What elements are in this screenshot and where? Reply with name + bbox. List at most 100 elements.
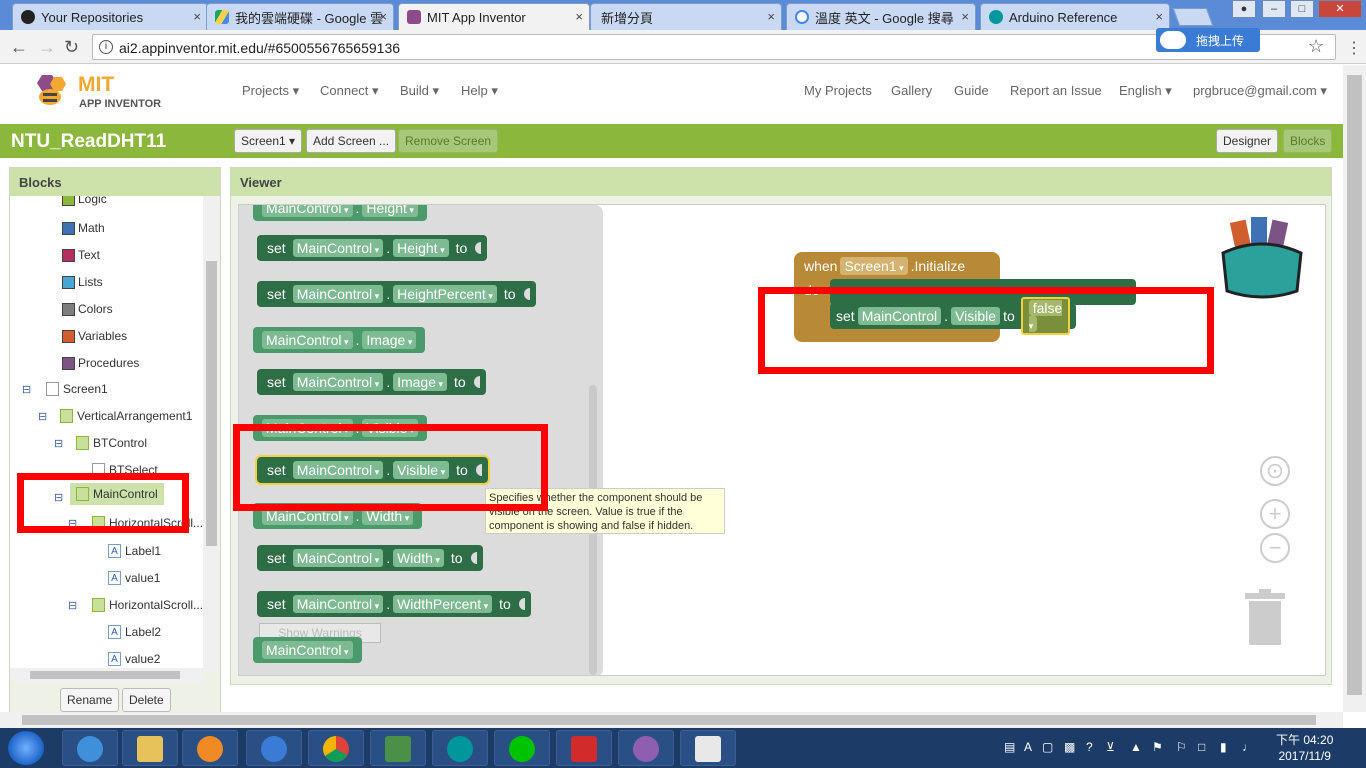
component-dropdown[interactable]: MainControl: [292, 285, 384, 303]
menu-help[interactable]: Help ▾: [461, 83, 498, 99]
block-component-maincontrol[interactable]: MainControl: [253, 637, 362, 663]
tab-close-icon[interactable]: ×: [1155, 9, 1163, 24]
app-inventor-logo[interactable]: MIT APP INVENTOR: [30, 71, 170, 115]
link-report-issue[interactable]: Report an Issue: [1010, 83, 1102, 98]
user-profile-icon[interactable]: ●: [1232, 0, 1256, 18]
tab-google-search[interactable]: 溫度 英文 - Google 搜尋 ×: [786, 3, 976, 30]
volume-icon[interactable]: ♩: [1242, 740, 1254, 754]
zoom-in-icon[interactable]: +: [1260, 499, 1290, 529]
tree-value2[interactable]: Avalue2: [108, 652, 160, 666]
tab-close-icon[interactable]: ×: [767, 9, 775, 24]
flag-icon[interactable]: ⚐: [1176, 740, 1187, 754]
property-dropdown[interactable]: Height: [362, 205, 418, 217]
collapse-icon[interactable]: ⊟: [22, 383, 31, 396]
property-dropdown[interactable]: Image: [362, 331, 417, 349]
keyboard-icon[interactable]: ▩: [1064, 740, 1075, 754]
taskbar-ie[interactable]: [62, 730, 118, 766]
tray-expand-icon[interactable]: ⊻: [1106, 740, 1115, 754]
component-dropdown[interactable]: MainControl: [292, 595, 384, 613]
backpack-icon[interactable]: [1217, 217, 1307, 301]
tab-google-drive[interactable]: 我的雲端硬碟 - Google 雲 ×: [206, 3, 394, 30]
blocks-tree-vscroll[interactable]: [203, 196, 220, 671]
scroll-thumb[interactable]: [1347, 75, 1362, 695]
component-dropdown[interactable]: MainControl: [262, 641, 353, 659]
component-dropdown[interactable]: MainControl: [262, 331, 353, 349]
start-button-icon[interactable]: [8, 731, 44, 765]
taskbar-flash[interactable]: [556, 730, 612, 766]
taskbar-media[interactable]: [182, 730, 238, 766]
block-set-width[interactable]: set MainControl.Widthto: [257, 545, 483, 571]
tab-new-tab[interactable]: 新增分頁 ×: [590, 3, 782, 30]
account-menu[interactable]: prgbruce@gmail.com ▾: [1193, 83, 1327, 99]
tab-your-repositories[interactable]: Your Repositories ×: [12, 3, 208, 30]
font-icon[interactable]: A: [1024, 740, 1032, 754]
block-set-heightpercent[interactable]: set MainControl.HeightPercent to: [257, 281, 536, 307]
browser-menu-icon[interactable]: ⋮: [1346, 38, 1362, 58]
show-hidden-icons[interactable]: ▲: [1130, 740, 1142, 754]
component-dropdown[interactable]: MainControl: [292, 239, 384, 257]
scroll-thumb[interactable]: [30, 671, 180, 679]
help-icon[interactable]: ?: [1086, 740, 1093, 754]
link-gallery[interactable]: Gallery: [891, 83, 932, 98]
block-get-image[interactable]: MainControl.Image: [253, 327, 426, 353]
taskbar-editor[interactable]: [680, 730, 736, 766]
property-dropdown[interactable]: WidthPercent: [393, 595, 493, 613]
center-target-icon[interactable]: ⊙: [1260, 456, 1290, 486]
tab-arduino-reference[interactable]: Arduino Reference ×: [980, 3, 1170, 30]
builtin-procedures[interactable]: Procedures: [62, 356, 139, 370]
tree-vertical-arrangement[interactable]: VerticalArrangement1: [60, 409, 192, 423]
taskbar-chrome[interactable]: [308, 730, 364, 766]
builtin-lists[interactable]: Lists: [62, 275, 103, 289]
tab-close-icon[interactable]: ×: [193, 9, 201, 24]
power-icon[interactable]: ▮: [1220, 740, 1227, 754]
taskbar-fritzing[interactable]: [370, 730, 426, 766]
antivirus-icon[interactable]: ⚑: [1152, 740, 1163, 754]
trash-icon[interactable]: [1243, 589, 1287, 645]
scroll-thumb[interactable]: [206, 261, 217, 546]
tree-label1[interactable]: A Label1: [108, 544, 161, 558]
collapse-icon[interactable]: ⊟: [68, 599, 77, 612]
block-get-height[interactable]: MainControl.Height: [253, 205, 427, 221]
url-field[interactable]: i ai2.appinventor.mit.edu/#6500556765659…: [92, 34, 1336, 60]
input-method-icon[interactable]: ▤: [1004, 740, 1015, 754]
block-set-image[interactable]: set MainControl.Imageto: [257, 369, 486, 395]
link-guide[interactable]: Guide: [954, 83, 989, 98]
component-dropdown[interactable]: MainControl: [292, 373, 384, 391]
link-my-projects[interactable]: My Projects: [804, 83, 872, 98]
property-dropdown[interactable]: HeightPercent: [393, 285, 497, 303]
tree-value1[interactable]: Avalue1: [108, 571, 160, 585]
taskbar-arduino[interactable]: [432, 730, 488, 766]
site-info-icon[interactable]: i: [99, 40, 113, 54]
designer-button[interactable]: Designer: [1216, 129, 1279, 153]
language-menu[interactable]: English ▾: [1119, 83, 1172, 99]
screen-dropdown[interactable]: Screen1: [840, 257, 908, 275]
close-window-icon[interactable]: ✕: [1318, 0, 1362, 18]
tree-label2[interactable]: A Label2: [108, 625, 161, 639]
builtin-math[interactable]: Math: [62, 221, 105, 235]
tab-close-icon[interactable]: ×: [379, 9, 387, 24]
block-set-height[interactable]: set MainControl.Height to: [257, 235, 488, 261]
builtin-logic[interactable]: Logic: [62, 196, 107, 206]
forward-icon[interactable]: →: [38, 37, 56, 58]
tab-close-icon[interactable]: ×: [961, 9, 969, 24]
menu-connect[interactable]: Connect ▾: [320, 83, 379, 99]
page-horizontal-scrollbar[interactable]: [0, 712, 1343, 728]
builtin-variables[interactable]: Variables: [62, 329, 127, 343]
remove-screen-button[interactable]: Remove Screen: [398, 129, 499, 153]
upload-extension-button[interactable]: 拖拽上传: [1156, 28, 1260, 52]
component-dropdown[interactable]: MainControl: [262, 205, 353, 217]
menu-projects[interactable]: Projects ▾: [242, 83, 299, 99]
blocks-button[interactable]: Blocks: [1283, 129, 1333, 153]
collapse-icon[interactable]: ⊟: [54, 437, 63, 450]
network-icon[interactable]: □: [1198, 740, 1205, 754]
add-screen-button[interactable]: Add Screen ...: [306, 129, 397, 153]
tab-close-icon[interactable]: ×: [575, 9, 583, 24]
maximize-icon[interactable]: □: [1290, 0, 1314, 18]
scroll-thumb[interactable]: [22, 715, 1316, 725]
taskbar-line[interactable]: [494, 730, 550, 766]
minimize-icon[interactable]: –: [1262, 0, 1286, 18]
taskbar-github[interactable]: [618, 730, 674, 766]
tree-screen1[interactable]: Screen1: [46, 382, 108, 396]
page-vertical-scrollbar[interactable]: [1343, 65, 1366, 712]
component-dropdown[interactable]: MainControl: [292, 549, 384, 567]
